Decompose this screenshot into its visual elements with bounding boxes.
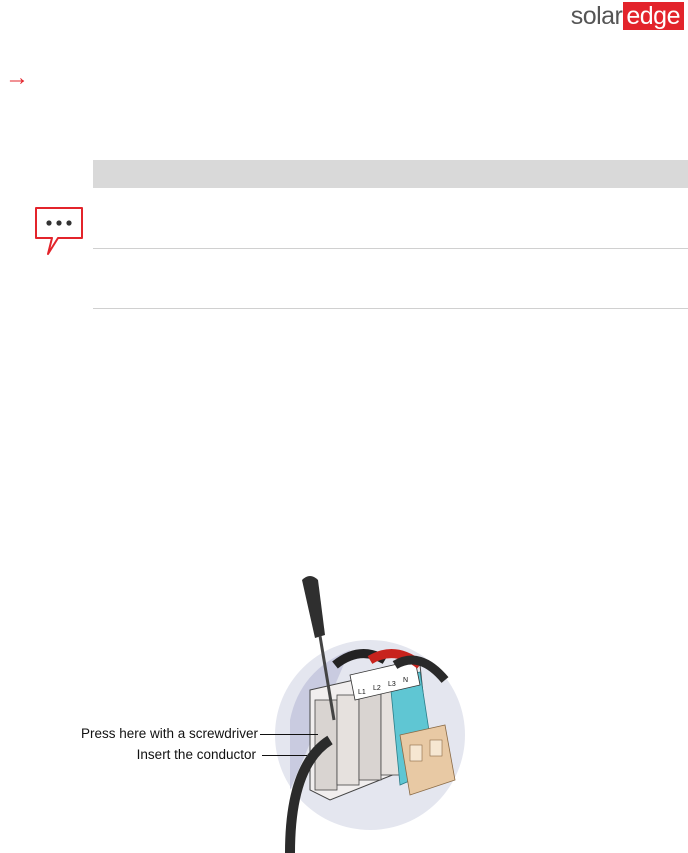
terminal-block-illustration: L1 L2 L3 N	[275, 576, 465, 853]
callout-insert-leader	[262, 755, 307, 756]
svg-text:L2: L2	[373, 685, 381, 692]
svg-text:N: N	[403, 677, 408, 684]
note-header-bar	[93, 160, 688, 188]
note-divider-top	[93, 248, 688, 249]
callout-press-leader	[260, 734, 318, 735]
logo-edge-text: edge	[623, 2, 684, 30]
note-speech-bubble-icon	[35, 207, 83, 255]
svg-text:L1: L1	[358, 689, 366, 696]
svg-text:L3: L3	[388, 681, 396, 688]
logo-solar-text: solar	[570, 2, 623, 30]
step-arrow-icon: →	[5, 64, 29, 91]
note-divider-bottom	[93, 308, 688, 309]
solaredge-logo: solar edge	[571, 2, 684, 30]
callout-press-screwdriver: Press here with a screwdriver	[80, 726, 258, 741]
callout-insert-conductor: Insert the conductor	[136, 747, 256, 762]
